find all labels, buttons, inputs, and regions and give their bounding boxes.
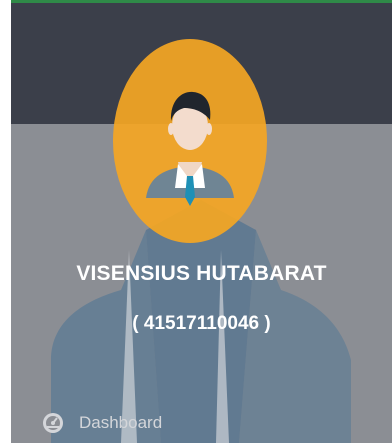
app-frame: VISENSIUS HUTABARAT ( 41517110046 ) Dash… bbox=[0, 0, 392, 443]
sidebar: VISENSIUS HUTABARAT ( 41517110046 ) Dash… bbox=[11, 0, 392, 443]
user-id: ( 41517110046 ) bbox=[132, 313, 271, 334]
sidebar-item-dashboard[interactable]: Dashboard bbox=[41, 408, 162, 438]
dashboard-icon bbox=[43, 413, 63, 433]
sidebar-item-label: Dashboard bbox=[79, 413, 163, 432]
page-left-edge bbox=[0, 0, 11, 443]
user-name: VISENSIUS HUTABARAT bbox=[76, 262, 327, 285]
user-avatar-icon bbox=[113, 39, 267, 243]
